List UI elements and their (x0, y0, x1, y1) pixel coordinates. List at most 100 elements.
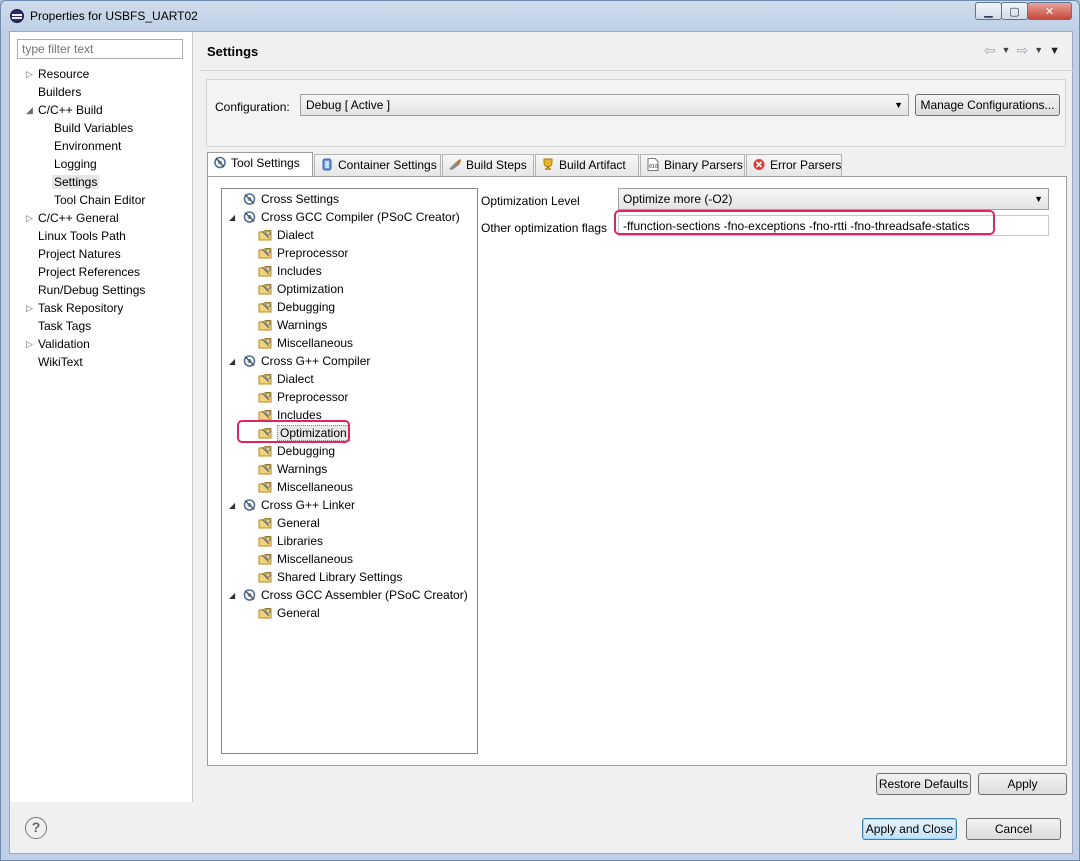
close-button[interactable]: ✕ (1027, 2, 1072, 20)
binary-file-icon: 010 (647, 158, 659, 171)
tree-node-cross-gcc-compiler-psoc-creator-[interactable]: ◢ Cross GCC Compiler (PSoC Creator) (229, 209, 460, 226)
nav-item-task-repository[interactable]: ▷ Task Repository (26, 300, 124, 317)
tree-node-label: Cross Settings (261, 192, 340, 206)
expanded-arrow-icon[interactable]: ◢ (229, 587, 235, 604)
tab-build-steps[interactable]: Build Steps (442, 154, 534, 176)
help-icon[interactable]: ? (25, 817, 47, 839)
tool-icon (242, 354, 257, 368)
tree-node-miscellaneous[interactable]: Miscellaneous (258, 479, 353, 496)
tab-binary-parsers[interactable]: 010 Binary Parsers (640, 154, 745, 176)
back-arrow-icon[interactable]: ⇦ (984, 42, 996, 59)
nav-item-run-debug-settings[interactable]: Run/Debug Settings (38, 282, 145, 299)
tree-node-general[interactable]: General (258, 515, 320, 532)
option-folder-icon (258, 606, 273, 620)
manage-configurations-button[interactable]: Manage Configurations... (915, 94, 1060, 116)
tree-node-label: General (277, 606, 320, 620)
tree-node-cross-g-linker[interactable]: ◢ Cross G++ Linker (229, 497, 356, 514)
tree-node-preprocessor[interactable]: Preprocessor (258, 245, 348, 262)
tree-node-cross-gcc-assembler-psoc-creator-[interactable]: ◢ Cross GCC Assembler (PSoC Creator) (229, 587, 468, 604)
window-controls: ▁ ▢ ✕ (975, 2, 1072, 20)
window-title: Properties for USBFS_UART02 (30, 9, 198, 23)
tree-node-debugging[interactable]: Debugging (258, 299, 335, 316)
tab-tool-settings[interactable]: Tool Settings (207, 152, 313, 176)
minimize-button[interactable]: ▁ (975, 2, 1002, 20)
tree-node-label: Optimization (277, 282, 344, 296)
back-dropdown-icon[interactable]: ▼ (1002, 45, 1011, 59)
configuration-select[interactable]: Debug [ Active ] ▼ (300, 94, 909, 116)
tree-node-warnings[interactable]: Warnings (258, 461, 327, 478)
view-menu-icon[interactable]: ▼ (1049, 45, 1060, 59)
apply-button[interactable]: Apply (978, 773, 1067, 795)
tree-node-miscellaneous[interactable]: Miscellaneous (258, 335, 353, 352)
restore-defaults-button[interactable]: Restore Defaults (876, 773, 971, 795)
nav-item-wikitext[interactable]: WikiText (38, 354, 83, 371)
apply-and-close-button[interactable]: Apply and Close (862, 818, 957, 840)
header-divider (200, 70, 1074, 71)
tree-node-miscellaneous[interactable]: Miscellaneous (258, 551, 353, 568)
tree-node-dialect[interactable]: Dialect (258, 371, 314, 388)
collapsed-arrow-icon[interactable]: ▷ (26, 210, 33, 227)
tree-node-label: Debugging (277, 444, 336, 458)
tree-node-dialect[interactable]: Dialect (258, 227, 314, 244)
nav-item-builders[interactable]: Builders (38, 84, 81, 101)
nav-item-resource[interactable]: ▷ Resource (26, 66, 90, 83)
expanded-arrow-icon[interactable]: ◢ (229, 209, 235, 226)
tab-container-settings[interactable]: Container Settings (314, 154, 441, 176)
nav-item-linux-tools-path[interactable]: Linux Tools Path (38, 228, 126, 245)
optimization-level-select[interactable]: Optimize more (-O2) ▼ (618, 188, 1049, 210)
tree-node-label: Dialect (277, 228, 314, 242)
tab-error-parsers[interactable]: Error Parsers (746, 154, 842, 176)
nav-item-label: Resource (38, 67, 90, 81)
error-icon (753, 159, 765, 170)
tree-node-general[interactable]: General (258, 605, 320, 622)
tree-node-label: Cross G++ Linker (261, 498, 356, 512)
nav-item-project-natures[interactable]: Project Natures (38, 246, 121, 263)
collapsed-arrow-icon[interactable]: ▷ (26, 300, 33, 317)
filter-input[interactable] (17, 39, 183, 59)
tab-label: Tool Settings (231, 156, 300, 170)
property-pages-pane: ▷ Resource Builders ◢ C/C++ Build Build Varia… (10, 32, 193, 802)
expanded-arrow-icon[interactable]: ◢ (229, 497, 235, 514)
expanded-arrow-icon[interactable]: ◢ (229, 353, 235, 370)
nav-item-c-c-build[interactable]: ◢ C/C++ Build (26, 102, 103, 119)
forward-arrow-icon[interactable]: ⇨ (1016, 42, 1028, 59)
tree-node-cross-settings[interactable]: Cross Settings (242, 191, 339, 208)
tree-node-libraries[interactable]: Libraries (258, 533, 323, 550)
tab-label: Build Steps (466, 158, 527, 172)
nav-item-project-references[interactable]: Project References (38, 264, 140, 281)
forward-dropdown-icon[interactable]: ▼ (1034, 45, 1043, 59)
tree-node-cross-g-compiler[interactable]: ◢ Cross G++ Compiler (229, 353, 370, 370)
option-folder-icon (258, 336, 273, 350)
collapsed-arrow-icon[interactable]: ▷ (26, 336, 33, 353)
option-folder-icon (258, 372, 273, 386)
configuration-group: Configuration: Debug [ Active ] ▼ Manage… (206, 79, 1066, 147)
nav-item-settings[interactable]: Settings (52, 174, 100, 191)
nav-item-label: Task Repository (38, 301, 124, 315)
expanded-arrow-icon[interactable]: ◢ (26, 102, 33, 119)
tree-node-includes[interactable]: Includes (258, 263, 322, 280)
nav-item-task-tags[interactable]: Task Tags (38, 318, 91, 335)
nav-item-environment[interactable]: Environment (54, 138, 121, 155)
tree-node-warnings[interactable]: Warnings (258, 317, 327, 334)
tree-node-label: General (277, 516, 320, 530)
option-folder-icon (258, 390, 273, 404)
tree-node-debugging[interactable]: Debugging (258, 443, 335, 460)
title-bar[interactable]: Properties for USBFS_UART02 ▁ ▢ ✕ (1, 1, 1079, 31)
tree-node-preprocessor[interactable]: Preprocessor (258, 389, 348, 406)
tool-settings-tree[interactable]: Cross Settings ◢ Cross GCC Compiler (PSoC … (221, 188, 478, 754)
maximize-button[interactable]: ▢ (1001, 2, 1028, 20)
history-navigation: ⇦ ▼ ⇨ ▼ ▼ (984, 42, 1060, 59)
collapsed-arrow-icon[interactable]: ▷ (26, 66, 33, 83)
nav-item-logging[interactable]: Logging (54, 156, 97, 173)
tree-node-optimization[interactable]: Optimization (258, 281, 344, 298)
tab-build-artifact[interactable]: Build Artifact (535, 154, 639, 176)
cancel-button[interactable]: Cancel (966, 818, 1061, 840)
nav-item-c-c-general[interactable]: ▷ C/C++ General (26, 210, 119, 227)
tree-node-shared-library-settings[interactable]: Shared Library Settings (258, 569, 402, 586)
nav-item-build-variables[interactable]: Build Variables (54, 120, 133, 137)
nav-item-tool-chain-editor[interactable]: Tool Chain Editor (54, 192, 145, 209)
option-folder-icon (258, 534, 273, 548)
nav-item-validation[interactable]: ▷ Validation (26, 336, 90, 353)
option-folder-icon (258, 300, 273, 314)
tree-node-label: Warnings (277, 318, 328, 332)
